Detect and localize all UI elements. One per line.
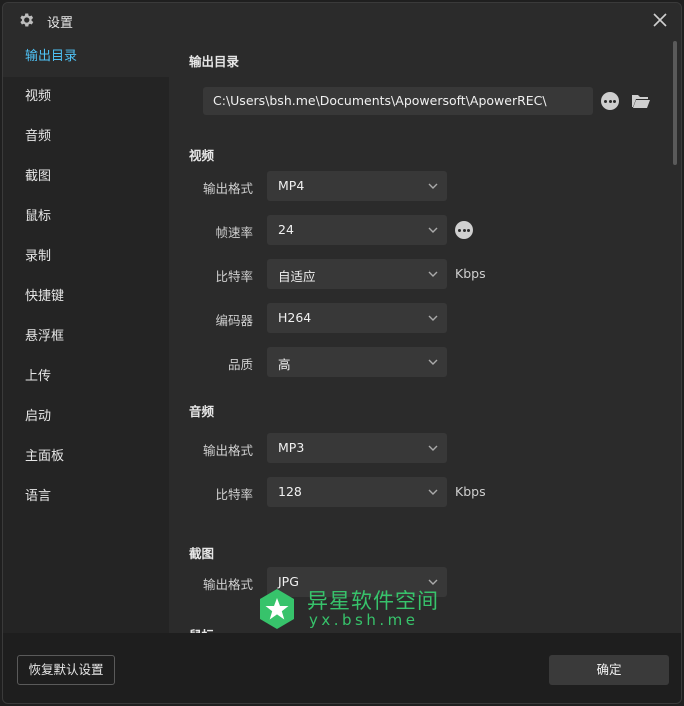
chevron-down-icon [428,359,438,365]
sidebar-item-upload[interactable]: 上传 [3,357,169,397]
settings-sidebar: 输出目录 视频 音频 截图 鼠标 录制 快捷键 悬浮框 上传 启动 主面板 语言 [3,37,169,633]
sidebar-item-main-panel[interactable]: 主面板 [3,437,169,477]
settings-content: 输出目录 C:\Users\bsh.me\Documents\Apowersof… [169,37,681,633]
section-title-video: 视频 [189,148,215,163]
audio-bitrate-unit: Kbps [455,484,486,499]
sidebar-item-mouse[interactable]: 鼠标 [3,197,169,237]
sidebar-item-screenshot[interactable]: 截图 [3,157,169,197]
sidebar-item-hotkeys[interactable]: 快捷键 [3,277,169,317]
window-title: 设置 [47,16,74,31]
screenshot-format-select[interactable]: JPG [267,567,447,597]
fps-select[interactable]: 24 [267,215,447,245]
close-icon[interactable] [649,9,671,31]
section-title-mouse: 鼠标 [189,625,214,633]
fps-value: 24 [278,222,294,237]
sidebar-item-audio[interactable]: 音频 [3,117,169,157]
fps-label: 帧速率 [215,225,253,240]
screenshot-format-value: JPG [278,574,299,589]
audio-format-value: MP3 [278,440,305,455]
quality-value: 高 [278,357,291,372]
output-path-field[interactable]: C:\Users\bsh.me\Documents\Apowersoft\Apo… [203,87,593,115]
section-title-screenshot: 截图 [189,546,215,561]
audio-format-label: 输出格式 [202,443,253,458]
open-folder-icon[interactable] [631,92,651,110]
chevron-down-icon [428,227,438,233]
section-title-output: 输出目录 [189,54,240,69]
quality-select[interactable]: 高 [267,347,447,377]
gear-icon [20,13,34,27]
audio-bitrate-select[interactable]: 128 [267,477,447,507]
chevron-down-icon [428,489,438,495]
quality-label: 品质 [227,357,253,372]
footer-bar: 恢复默认设置 确定 [3,633,681,703]
more-options-icon[interactable] [601,92,619,110]
chevron-down-icon [428,183,438,189]
video-bitrate-label: 比特率 [215,269,253,284]
sidebar-item-startup[interactable]: 启动 [3,397,169,437]
audio-format-select[interactable]: MP3 [267,433,447,463]
sidebar-item-output-directory[interactable]: 输出目录 [3,37,169,77]
sidebar-item-video[interactable]: 视频 [3,77,169,117]
chevron-down-icon [428,579,438,585]
chevron-down-icon [428,271,438,277]
content-scrollbar[interactable] [671,37,679,633]
title-bar: 设置 [3,3,681,37]
encoder-label: 编码器 [215,313,253,328]
fps-more-icon[interactable] [455,221,473,239]
restore-defaults-button[interactable]: 恢复默认设置 [17,655,115,685]
video-format-label: 输出格式 [202,181,253,196]
sidebar-item-recording[interactable]: 录制 [3,237,169,277]
output-path-value: C:\Users\bsh.me\Documents\Apowersoft\Apo… [213,93,547,108]
video-format-value: MP4 [278,178,305,193]
settings-window: 设置 输出目录 视频 音频 截图 鼠标 录制 快捷键 悬浮框 上传 启动 主面板… [2,2,682,704]
sidebar-item-floating-bar[interactable]: 悬浮框 [3,317,169,357]
audio-bitrate-label: 比特率 [215,487,253,502]
video-bitrate-select[interactable]: 自适应 [267,259,447,289]
encoder-select[interactable]: H264 [267,303,447,333]
screenshot-format-label: 输出格式 [202,577,253,592]
sidebar-item-language[interactable]: 语言 [3,477,169,517]
video-bitrate-unit: Kbps [455,266,486,281]
confirm-button[interactable]: 确定 [549,655,669,685]
section-title-audio: 音频 [189,404,215,419]
video-bitrate-value: 自适应 [278,269,316,284]
chevron-down-icon [428,445,438,451]
encoder-value: H264 [278,310,312,325]
video-format-select[interactable]: MP4 [267,171,447,201]
audio-bitrate-value: 128 [278,484,302,499]
chevron-down-icon [428,315,438,321]
scrollbar-thumb[interactable] [673,41,677,165]
